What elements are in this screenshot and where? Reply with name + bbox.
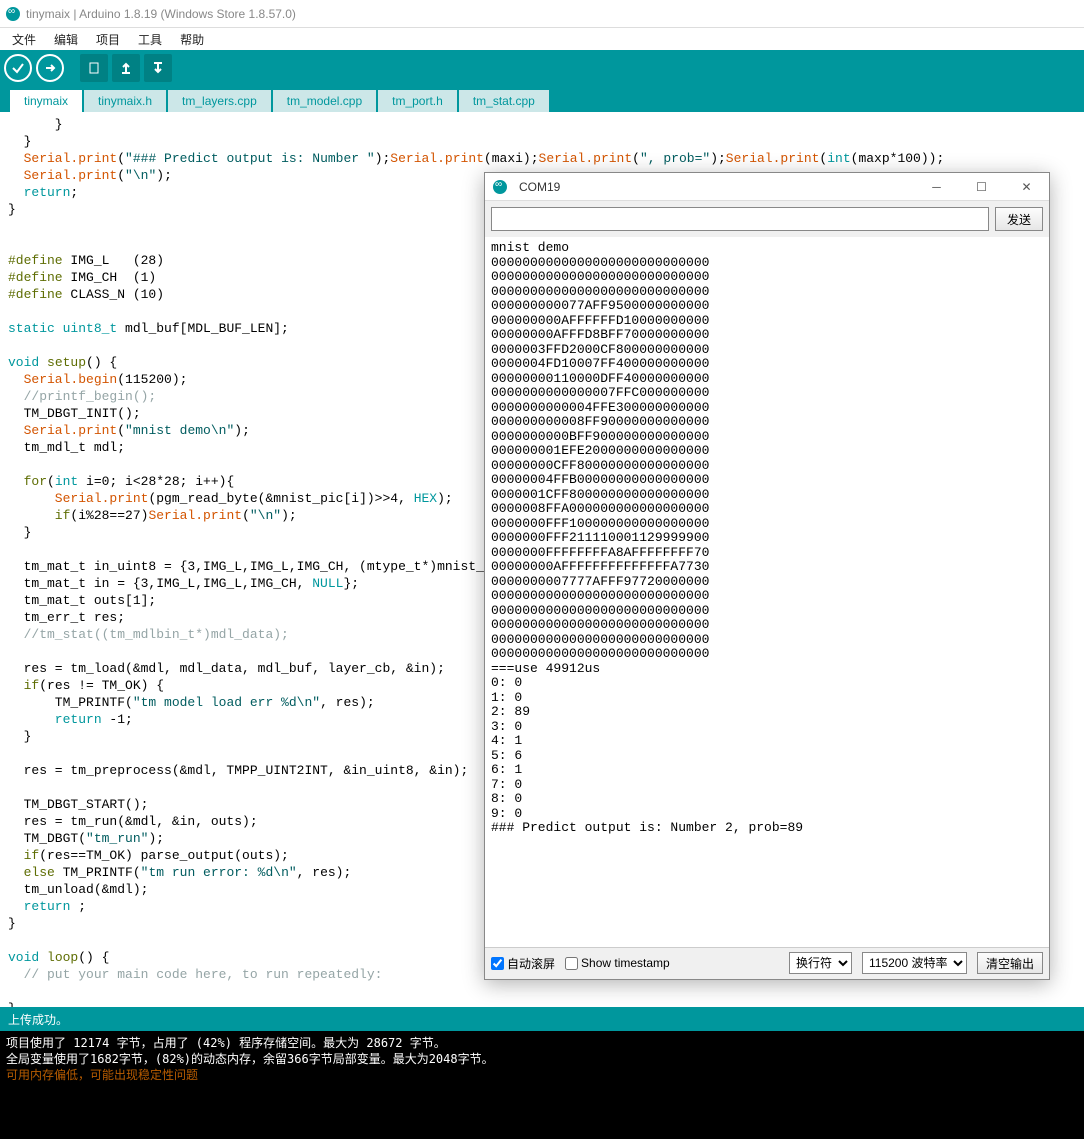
tab-tm-port[interactable]: tm_port.h [378, 90, 457, 112]
serial-monitor-window: COM19 ─ ☐ ✕ 发送 mnist demo 00000000000000… [484, 172, 1050, 980]
clear-output-button[interactable]: 清空输出 [977, 952, 1043, 974]
serial-titlebar[interactable]: COM19 ─ ☐ ✕ [485, 173, 1049, 201]
serial-input[interactable] [491, 207, 989, 231]
upload-button[interactable] [36, 54, 64, 82]
new-button[interactable] [80, 54, 108, 82]
output-console: 项目使用了 12174 字节，占用了 (42%) 程序存储空间。最大为 2867… [0, 1031, 1084, 1139]
console-warning: 可用内存偏低，可能出现稳定性问题 [6, 1067, 1078, 1083]
console-line: 全局变量使用了1682字节，(82%)的动态内存，余留366字节局部变量。最大为… [6, 1051, 1078, 1067]
tab-tm-stat[interactable]: tm_stat.cpp [459, 90, 549, 112]
status-text: 上传成功。 [8, 1011, 68, 1028]
baud-select[interactable]: 115200 波特率 [862, 952, 967, 974]
console-line: 项目使用了 12174 字节，占用了 (42%) 程序存储空间。最大为 2867… [6, 1035, 1078, 1051]
save-button[interactable] [144, 54, 172, 82]
toolbar [0, 50, 1084, 86]
arduino-icon [493, 180, 507, 194]
menu-sketch[interactable]: 项目 [88, 29, 128, 50]
minimize-button[interactable]: ─ [914, 173, 959, 201]
serial-output[interactable]: mnist demo 0000000000000000000000000000 … [485, 237, 1049, 947]
autoscroll-checkbox[interactable]: 自动滚屏 [491, 955, 555, 972]
send-button[interactable]: 发送 [995, 207, 1043, 231]
timestamp-checkbox[interactable]: Show timestamp [565, 956, 670, 970]
maximize-button[interactable]: ☐ [959, 173, 1004, 201]
tab-tm-model[interactable]: tm_model.cpp [273, 90, 376, 112]
menu-edit[interactable]: 编辑 [46, 29, 86, 50]
serial-title: COM19 [519, 180, 560, 194]
statusbar: 上传成功。 [0, 1007, 1084, 1031]
titlebar: tinymaix | Arduino 1.8.19 (Windows Store… [0, 0, 1084, 28]
tab-tm-layers[interactable]: tm_layers.cpp [168, 90, 271, 112]
menu-file[interactable]: 文件 [4, 29, 44, 50]
menu-help[interactable]: 帮助 [172, 29, 212, 50]
verify-button[interactable] [4, 54, 32, 82]
tabbar: tinymaix tinymaix.h tm_layers.cpp tm_mod… [0, 86, 1084, 112]
open-button[interactable] [112, 54, 140, 82]
tab-tinymaix-h[interactable]: tinymaix.h [84, 90, 166, 112]
menu-tools[interactable]: 工具 [130, 29, 170, 50]
close-button[interactable]: ✕ [1004, 173, 1049, 201]
line-ending-select[interactable]: 换行符 [789, 952, 852, 974]
menubar: 文件 编辑 项目 工具 帮助 [0, 28, 1084, 50]
tab-tinymaix[interactable]: tinymaix [10, 90, 82, 112]
window-title: tinymaix | Arduino 1.8.19 (Windows Store… [26, 7, 296, 21]
arduino-icon [6, 7, 20, 21]
